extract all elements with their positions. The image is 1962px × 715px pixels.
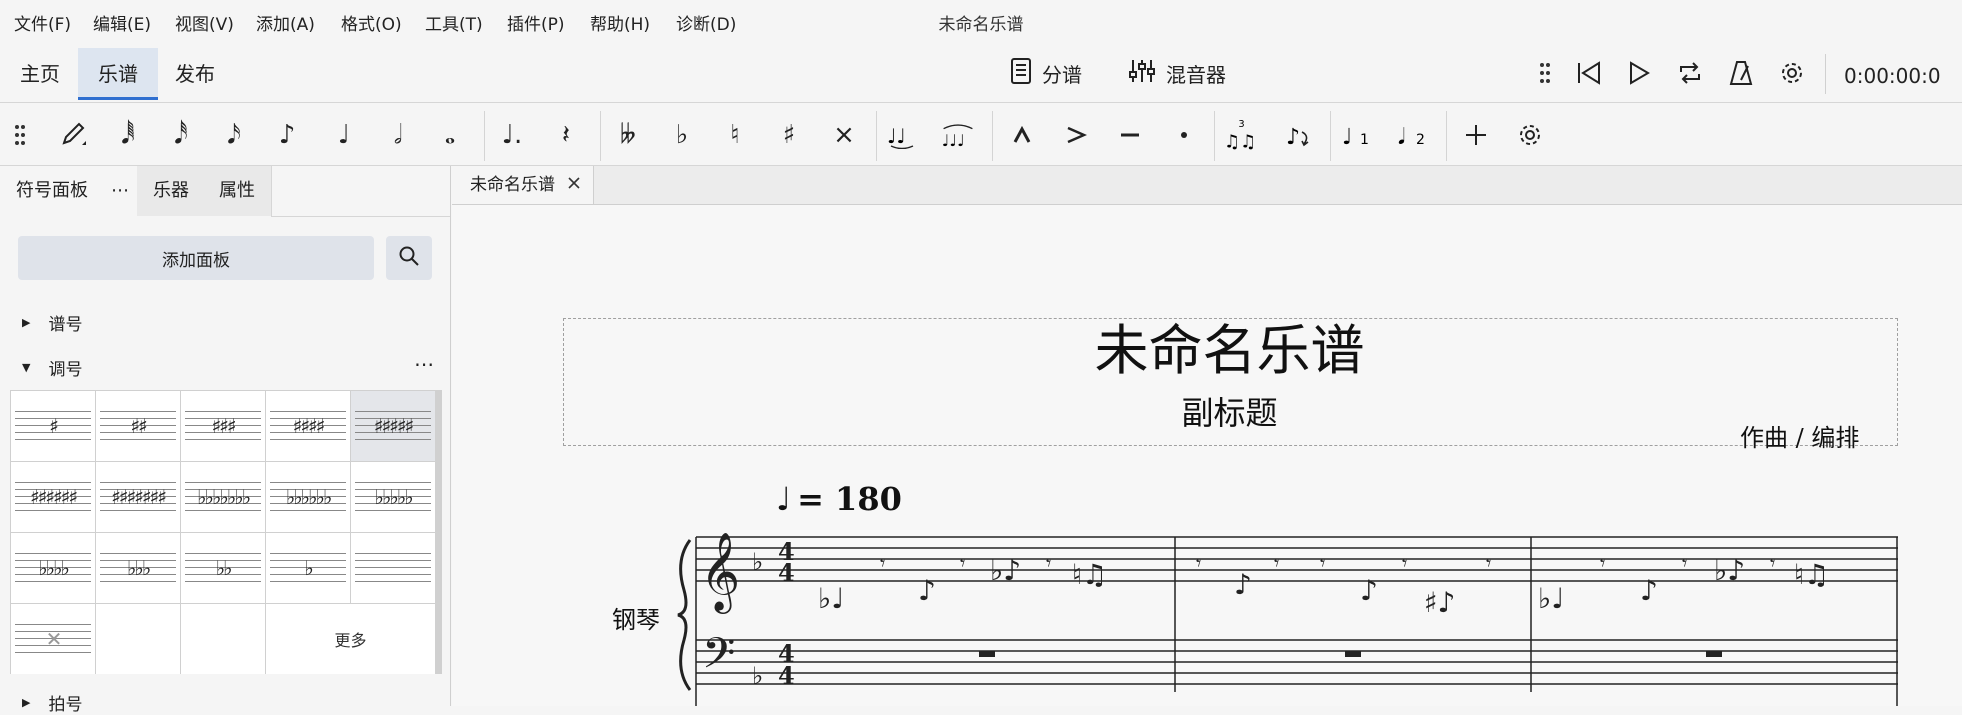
svg-text:𝄾: 𝄾 <box>1196 551 1201 575</box>
svg-text:𝄾: 𝄾 <box>1770 551 1775 575</box>
svg-text:♭: ♭ <box>752 662 763 690</box>
svg-text:𝄾: 𝄾 <box>1486 551 1491 575</box>
svg-text:4: 4 <box>778 558 795 587</box>
svg-text:𝄾: 𝄾 <box>1046 551 1051 575</box>
svg-text:♭♩: ♭♩ <box>1538 582 1564 615</box>
svg-text:𝄾: 𝄾 <box>880 551 885 575</box>
svg-text:𝄾: 𝄾 <box>1600 551 1605 575</box>
svg-text:♪: ♪ <box>1234 568 1252 601</box>
svg-text:♮♫: ♮♫ <box>1072 558 1107 591</box>
svg-text:𝄞: 𝄞 <box>700 532 740 614</box>
svg-text:♭: ♭ <box>752 548 763 576</box>
svg-text:♮♫: ♮♫ <box>1794 558 1829 591</box>
svg-text:♭♪: ♭♪ <box>990 554 1021 587</box>
svg-text:𝄾: 𝄾 <box>1402 551 1407 575</box>
svg-text:𝄾: 𝄾 <box>1682 551 1687 575</box>
svg-text:♭♪: ♭♪ <box>1714 554 1745 587</box>
svg-text:𝄢: 𝄢 <box>702 629 735 689</box>
svg-text:♪: ♪ <box>1360 574 1378 607</box>
svg-text:♯♪: ♯♪ <box>1424 586 1455 619</box>
svg-text:𝄾: 𝄾 <box>960 551 965 575</box>
svg-text:♪: ♪ <box>918 574 936 607</box>
svg-text:♪: ♪ <box>1640 574 1658 607</box>
score-system[interactable]: 𝄞 ♭ 4 4 𝄢 ♭ 4 4 ♭♩ 𝄾 ♪ 𝄾 ♭♪ 𝄾 ♮♫ 𝄾 ♪ 𝄾 𝄾… <box>0 0 1962 706</box>
svg-text:4: 4 <box>778 661 795 690</box>
svg-text:♭♩: ♭♩ <box>818 582 844 615</box>
svg-text:𝄾: 𝄾 <box>1274 551 1279 575</box>
svg-text:𝄾: 𝄾 <box>1320 551 1325 575</box>
